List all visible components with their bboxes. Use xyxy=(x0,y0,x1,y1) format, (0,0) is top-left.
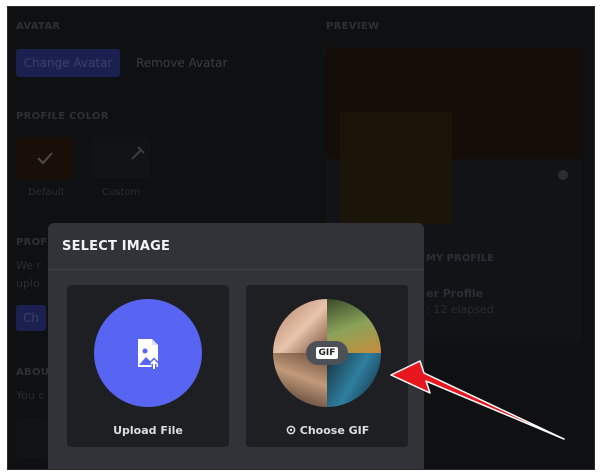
app-window: AVATAR PREVIEW Change Avatar Remove Avat… xyxy=(7,6,595,470)
red-arrow-annotation xyxy=(390,360,565,440)
